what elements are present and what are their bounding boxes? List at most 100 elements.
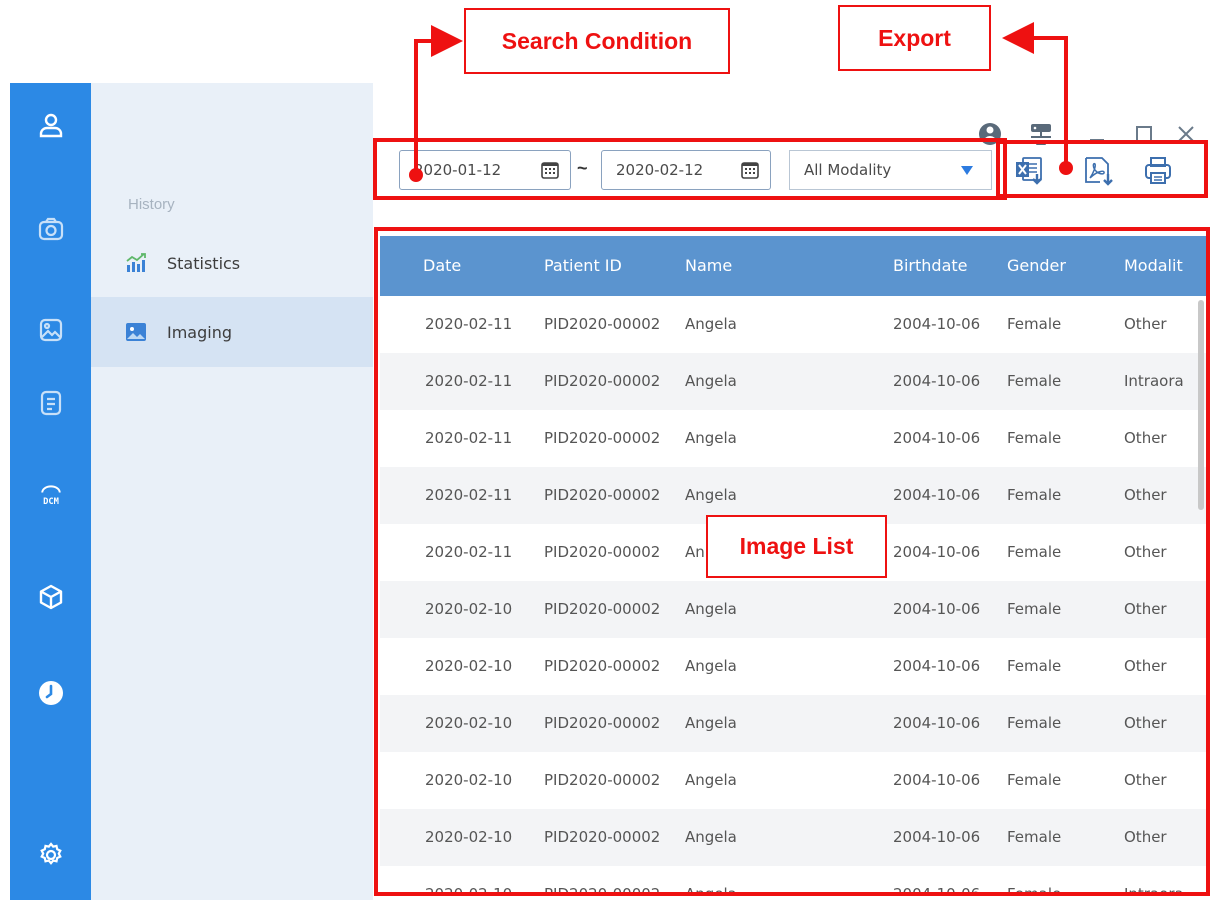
pdf-export-icon[interactable] [1082,154,1116,188]
cell-date: 2020-02-11 [425,315,513,333]
camera-icon[interactable] [10,209,91,249]
cell-modality: Other [1124,657,1167,675]
table-row[interactable]: 2020-02-11 PID2020-00002 Angela 2004-10-06 F… [380,353,1206,410]
cell-gender: Female [1007,714,1062,732]
cell-patient-id: PID2020-00002 [544,486,661,504]
table-row[interactable]: 2020-02-10 PID2020-00002 Angela 2004-10-06 F… [380,638,1206,695]
cell-patient-id: PID2020-00002 [544,885,661,896]
network-icon[interactable] [1027,120,1055,148]
image-icon[interactable] [10,310,91,350]
cell-gender: Female [1007,486,1062,504]
history-clock-icon[interactable] [10,673,91,713]
cell-name: Angela [685,486,737,504]
table-row[interactable]: 2020-02-10 PID2020-00002 Angela 2004-10-06 F… [380,581,1206,638]
cell-gender: Female [1007,885,1062,896]
print-icon[interactable] [1141,154,1175,188]
column-header-name[interactable]: Name [685,256,732,275]
start-date-value: 2020-01-12 [414,161,502,179]
table-row[interactable]: 2020-02-11 PID2020-00002 Angela 2004-10-06 F… [380,296,1206,353]
cell-name: Angela [685,372,737,390]
document-icon[interactable] [10,383,91,423]
cell-birthdate: 2004-10-06 [893,600,981,618]
cell-name: Angela [685,714,737,732]
cell-modality: Other [1124,771,1167,789]
cell-name: Angela [685,657,737,675]
calendar-icon[interactable] [540,160,560,180]
cell-gender: Female [1007,771,1062,789]
cell-birthdate: 2004-10-06 [893,657,981,675]
cell-date: 2020-02-10 [425,885,513,896]
chevron-down-icon [961,166,973,175]
cell-modality: Other [1124,828,1167,846]
table-row[interactable]: 2020-02-11 PID2020-00002 Angela 2004-10-06 F… [380,410,1206,467]
help-icon[interactable] [976,120,1004,148]
cell-date: 2020-02-11 [425,543,513,561]
cell-modality: Other [1124,315,1167,333]
cell-date: 2020-02-11 [425,486,513,504]
cell-modality: Intraora [1124,372,1184,390]
history-heading: History [128,196,175,213]
cell-modality: Other [1124,486,1167,504]
dcm-icon[interactable]: DCM [10,476,91,516]
minimize-icon[interactable] [1083,120,1111,148]
cell-date: 2020-02-10 [425,828,513,846]
column-header-gender[interactable]: Gender [1007,256,1066,275]
cell-patient-id: PID2020-00002 [544,543,661,561]
table-row[interactable]: 2020-02-10 PID2020-00002 Angela 2004-10-06 F… [380,752,1206,809]
start-date-field[interactable]: 2020-01-12 [399,150,571,190]
cell-name: Angela [685,600,737,618]
calendar-icon[interactable] [740,160,760,180]
nav-item-label: Statistics [167,253,241,273]
cell-name: Angela [685,828,737,846]
cell-date: 2020-02-10 [425,714,513,732]
cell-patient-id: PID2020-00002 [544,714,661,732]
nav-item-imaging[interactable]: Imaging [91,297,373,367]
imaging-picture-icon [125,321,147,343]
end-date-value: 2020-02-12 [616,161,704,179]
table-row[interactable]: 2020-02-11 PID2020-00002 Angela 2004-10-06 F… [380,467,1206,524]
cell-patient-id: PID2020-00002 [544,372,661,390]
table-row[interactable]: 2020-02-11 PID2020-00002 An 2004-10-06 Femal… [380,524,1206,581]
cell-birthdate: 2004-10-06 [893,828,981,846]
table-scrollbar[interactable] [1198,300,1204,510]
column-header-modality[interactable]: Modalit [1124,256,1183,275]
cell-birthdate: 2004-10-06 [893,486,981,504]
table-row[interactable]: 2020-02-10 PID2020-00002 Angela 2004-10-06 F… [380,866,1206,896]
cell-patient-id: PID2020-00002 [544,771,661,789]
cell-gender: Female [1007,657,1062,675]
cell-birthdate: 2004-10-06 [893,885,981,896]
table-row[interactable]: 2020-02-10 PID2020-00002 Angela 2004-10-06 F… [380,695,1206,752]
close-icon[interactable] [1172,120,1200,148]
cell-date: 2020-02-10 [425,771,513,789]
cell-patient-id: PID2020-00002 [544,828,661,846]
main-sidebar: DCM [10,83,91,900]
excel-export-icon[interactable] [1013,154,1047,188]
cell-modality: Other [1124,429,1167,447]
modality-select[interactable]: All Modality [789,150,992,190]
cell-patient-id: PID2020-00002 [544,429,661,447]
column-header-birthdate[interactable]: Birthdate [893,256,968,275]
svg-text:DCM: DCM [43,497,59,507]
nav-item-label: Imaging [167,322,233,342]
column-header-patient-id[interactable]: Patient ID [544,256,622,275]
user-icon[interactable] [10,106,91,146]
cell-birthdate: 2004-10-06 [893,315,981,333]
cell-modality: Other [1124,600,1167,618]
statistics-chart-icon [125,252,147,274]
table-row[interactable]: 2020-02-10 PID2020-00002 Angela 2004-10-06 F… [380,809,1206,866]
cell-date: 2020-02-10 [425,657,513,675]
cell-gender: Female [1007,828,1062,846]
cell-birthdate: 2004-10-06 [893,543,981,561]
cell-modality: Other [1124,543,1167,561]
end-date-field[interactable]: 2020-02-12 [601,150,771,190]
cube-icon[interactable] [10,577,91,617]
column-header-date[interactable]: Date [423,256,461,275]
cell-modality: Intraora [1124,885,1184,896]
cell-date: 2020-02-10 [425,600,513,618]
maximize-icon[interactable] [1130,120,1158,148]
cell-name: An [685,543,705,561]
cell-name: Angela [685,429,737,447]
nav-item-statistics[interactable]: Statistics [91,228,373,298]
settings-gear-icon[interactable] [10,835,91,875]
cell-name: Angela [685,885,737,896]
